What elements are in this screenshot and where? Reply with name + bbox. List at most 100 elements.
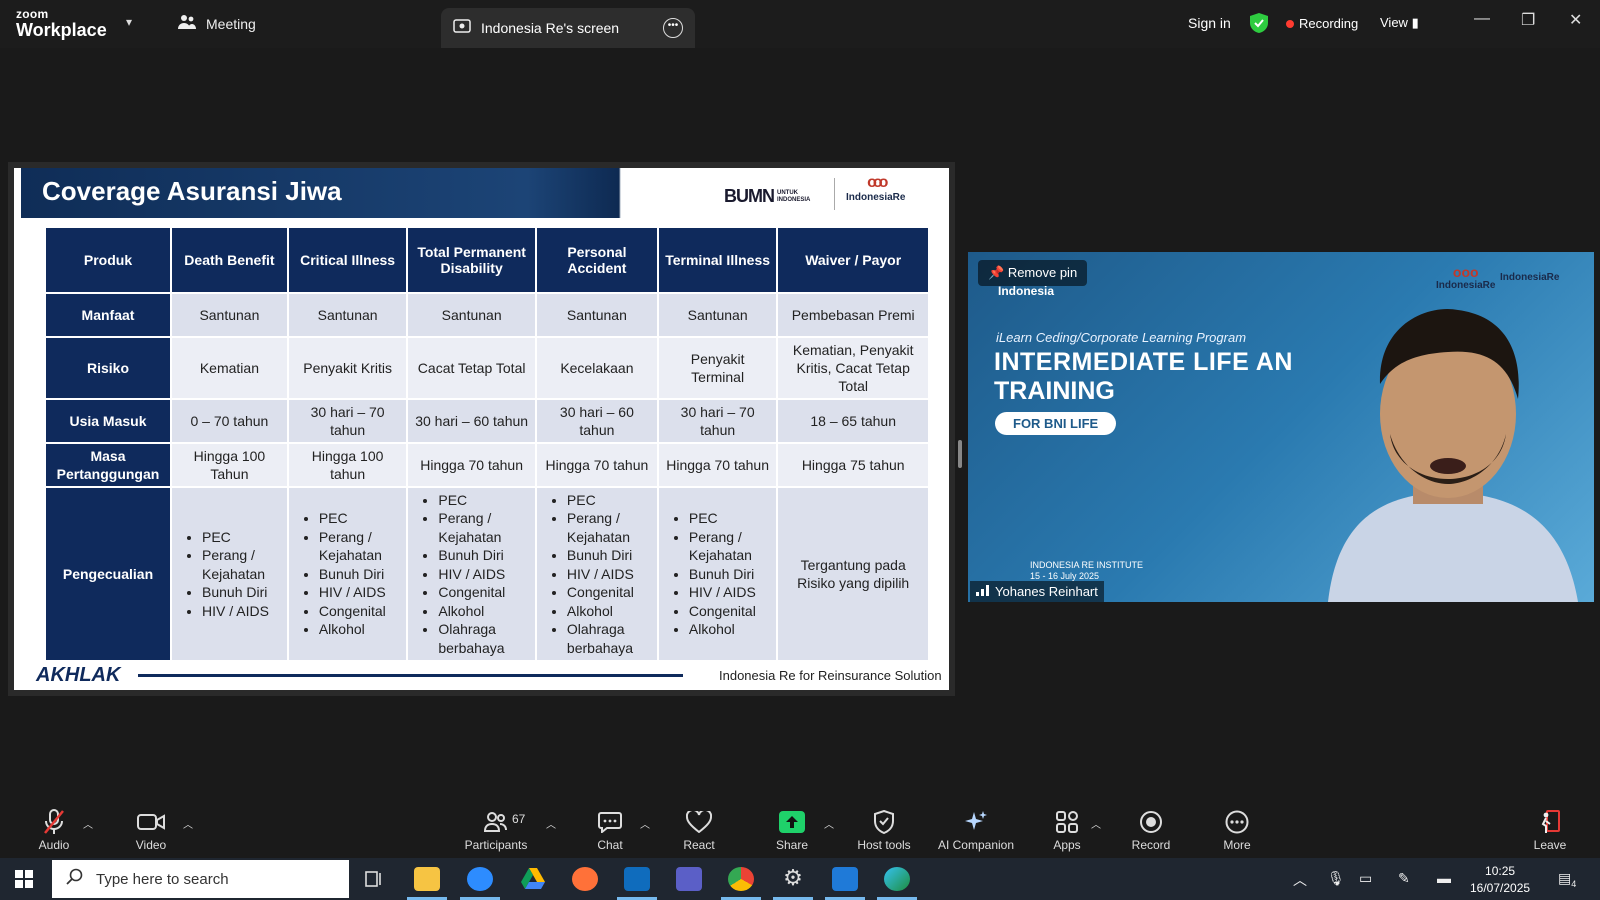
table-cell: Kecelakaan [534, 336, 659, 400]
list-item: Perang / Kejahatan [202, 546, 283, 583]
recording-indicator[interactable]: Recording [1286, 16, 1358, 31]
list-item: Perang / Kejahatan [689, 528, 773, 565]
logo-divider [834, 178, 835, 210]
minimize-icon[interactable]: — [1474, 10, 1490, 28]
record-icon [1111, 808, 1191, 836]
table-cell: Hingga 75 tahun [776, 442, 930, 488]
list-item: Congenital [319, 602, 403, 621]
table-header: Terminal Illness [656, 226, 779, 294]
leave-button[interactable]: Leave [1510, 808, 1590, 852]
notification-center-icon[interactable]: ▤4 [1558, 870, 1576, 889]
participants-label: Participants [464, 838, 528, 852]
table-header: Personal Accident [534, 226, 659, 294]
host-tools-label: Host tools [857, 838, 911, 852]
file-explorer-icon[interactable] [414, 867, 440, 891]
video-bg-indonesia: Indonesia [998, 284, 1055, 298]
restore-icon[interactable]: ❐ [1521, 10, 1535, 30]
chat-options-caret-icon[interactable]: ︿ [640, 816, 650, 831]
leave-label: Leave [1533, 838, 1567, 852]
more-button[interactable]: More [1197, 808, 1277, 852]
react-button[interactable]: React [659, 808, 739, 852]
video-bg-title: INTERMEDIATE LIFE AN [994, 348, 1293, 376]
tab-shared-screen[interactable]: Indonesia Re's screen ••• [441, 8, 695, 48]
table-cell: PEC Perang / Kejahatan Bunuh Diri HIV / … [656, 486, 779, 662]
row-header: Masa Pertanggungan [44, 442, 172, 488]
indonesia-re-logo-text: IndonesiaRe [846, 192, 906, 203]
meeting-stage: Coverage Asuransi Jiwa BUMN UNTUK INDONES… [0, 48, 1600, 808]
table-header-row: Produk Death Benefit Critical Illness To… [44, 226, 930, 294]
audio-button[interactable]: Audio [14, 808, 94, 852]
apps-label: Apps [1053, 838, 1081, 852]
network-icon[interactable]: ▭ [1359, 870, 1372, 887]
shared-screen: Coverage Asuransi Jiwa BUMN UNTUK INDONES… [8, 162, 955, 696]
windows-start-icon[interactable] [15, 870, 33, 893]
row-header: Usia Masuk [44, 398, 172, 444]
list-item: Alkohol [438, 602, 531, 621]
participants-options-caret-icon[interactable]: ︿ [546, 816, 556, 831]
table-cell: Tergantung pada Risiko yang dipilih [776, 486, 930, 662]
chat-button[interactable]: Chat [570, 808, 650, 852]
edge-icon[interactable] [884, 867, 910, 891]
table-cell: PEC Perang / Kejahatan Bunuh Diri HIV / … [534, 486, 659, 662]
recording-dot-icon [1286, 19, 1294, 28]
firefox-icon[interactable] [572, 867, 598, 891]
video-bg-subtitle: iLearn Ceding/Corporate Learning Program [996, 330, 1247, 345]
table-cell: Hingga 70 tahun [534, 442, 659, 488]
brand-line1: zoom [16, 7, 49, 21]
clock-time: 10:25 [1485, 864, 1516, 878]
list-item: Congenital [689, 602, 773, 621]
chevron-down-icon[interactable]: ▾ [126, 15, 132, 29]
tab-meeting[interactable]: Meeting [178, 14, 256, 33]
table-cell: Penyakit Kritis [286, 336, 409, 400]
remove-pin-button[interactable]: 📌 Remove pin [978, 260, 1088, 286]
akhlak-logo: AKHLAK [36, 664, 121, 686]
video-button[interactable]: Video [111, 808, 191, 852]
coverage-table: Produk Death Benefit Critical Illness To… [44, 226, 930, 662]
indonesia-re-logo: ooo IndonesiaRe [846, 174, 905, 203]
share-button[interactable]: Share [752, 808, 832, 852]
list-item: Alkohol [689, 620, 773, 639]
google-drive-icon[interactable] [520, 867, 546, 891]
security-shield-icon[interactable] [1250, 13, 1268, 33]
audio-options-caret-icon[interactable]: ︿ [83, 816, 93, 831]
system-clock[interactable]: 10:25 16/07/2025 [1470, 863, 1530, 897]
share-options-caret-icon[interactable]: ︿ [824, 816, 834, 831]
view-label: View [1380, 15, 1408, 30]
list-item: HIV / AIDS [689, 583, 773, 602]
list-item: HIV / AIDS [438, 565, 531, 584]
close-icon[interactable]: ✕ [1569, 10, 1582, 30]
display-icon[interactable]: ▬ [1437, 870, 1451, 886]
settings-gear-icon[interactable]: ⚙ [780, 867, 806, 891]
video-options-caret-icon[interactable]: ︿ [183, 816, 193, 831]
sign-in-link[interactable]: Sign in [1188, 15, 1231, 31]
audio-label: Audio [38, 838, 70, 852]
video-camera-icon [111, 808, 191, 836]
teams-icon[interactable] [676, 867, 702, 891]
participant-video-tile[interactable]: Indonesia iLearn Ceding/Corporate Learni… [968, 252, 1594, 602]
host-tools-button[interactable]: Host tools [844, 808, 924, 852]
apps-options-caret-icon[interactable]: ︿ [1091, 816, 1101, 831]
task-view-icon[interactable] [362, 867, 388, 891]
table-header: Death Benefit [170, 226, 289, 294]
pen-icon[interactable]: ✎ [1398, 870, 1410, 887]
more-dots-icon [1197, 808, 1277, 836]
chevron-up-icon[interactable]: ︿ [1293, 870, 1307, 890]
resize-handle[interactable] [958, 440, 962, 468]
list-item: Bunuh Diri [567, 546, 653, 565]
list-item: Olahraga berbahaya [438, 620, 531, 657]
list-item: Congenital [567, 583, 653, 602]
pin-icon: 📌 [988, 265, 1005, 280]
zoom-app-icon[interactable] [467, 867, 493, 891]
taskbar-search-input[interactable]: Type here to search [52, 860, 349, 898]
chrome-icon[interactable] [728, 867, 754, 891]
signal-strength-icon [976, 584, 990, 599]
ai-companion-button[interactable]: AI Companion [936, 808, 1016, 852]
view-button[interactable]: View ▮ [1380, 15, 1419, 31]
list-item: Perang / Kejahatan [438, 509, 531, 546]
table-cell: PEC Perang / Kejahatan Bunuh Diri HIV / … [286, 486, 409, 662]
photos-icon[interactable] [832, 867, 858, 891]
more-options-icon[interactable]: ••• [663, 18, 683, 38]
record-button[interactable]: Record [1111, 808, 1191, 852]
microphone-icon[interactable]: 🎙 [1327, 870, 1345, 887]
outlook-icon[interactable] [624, 867, 650, 891]
